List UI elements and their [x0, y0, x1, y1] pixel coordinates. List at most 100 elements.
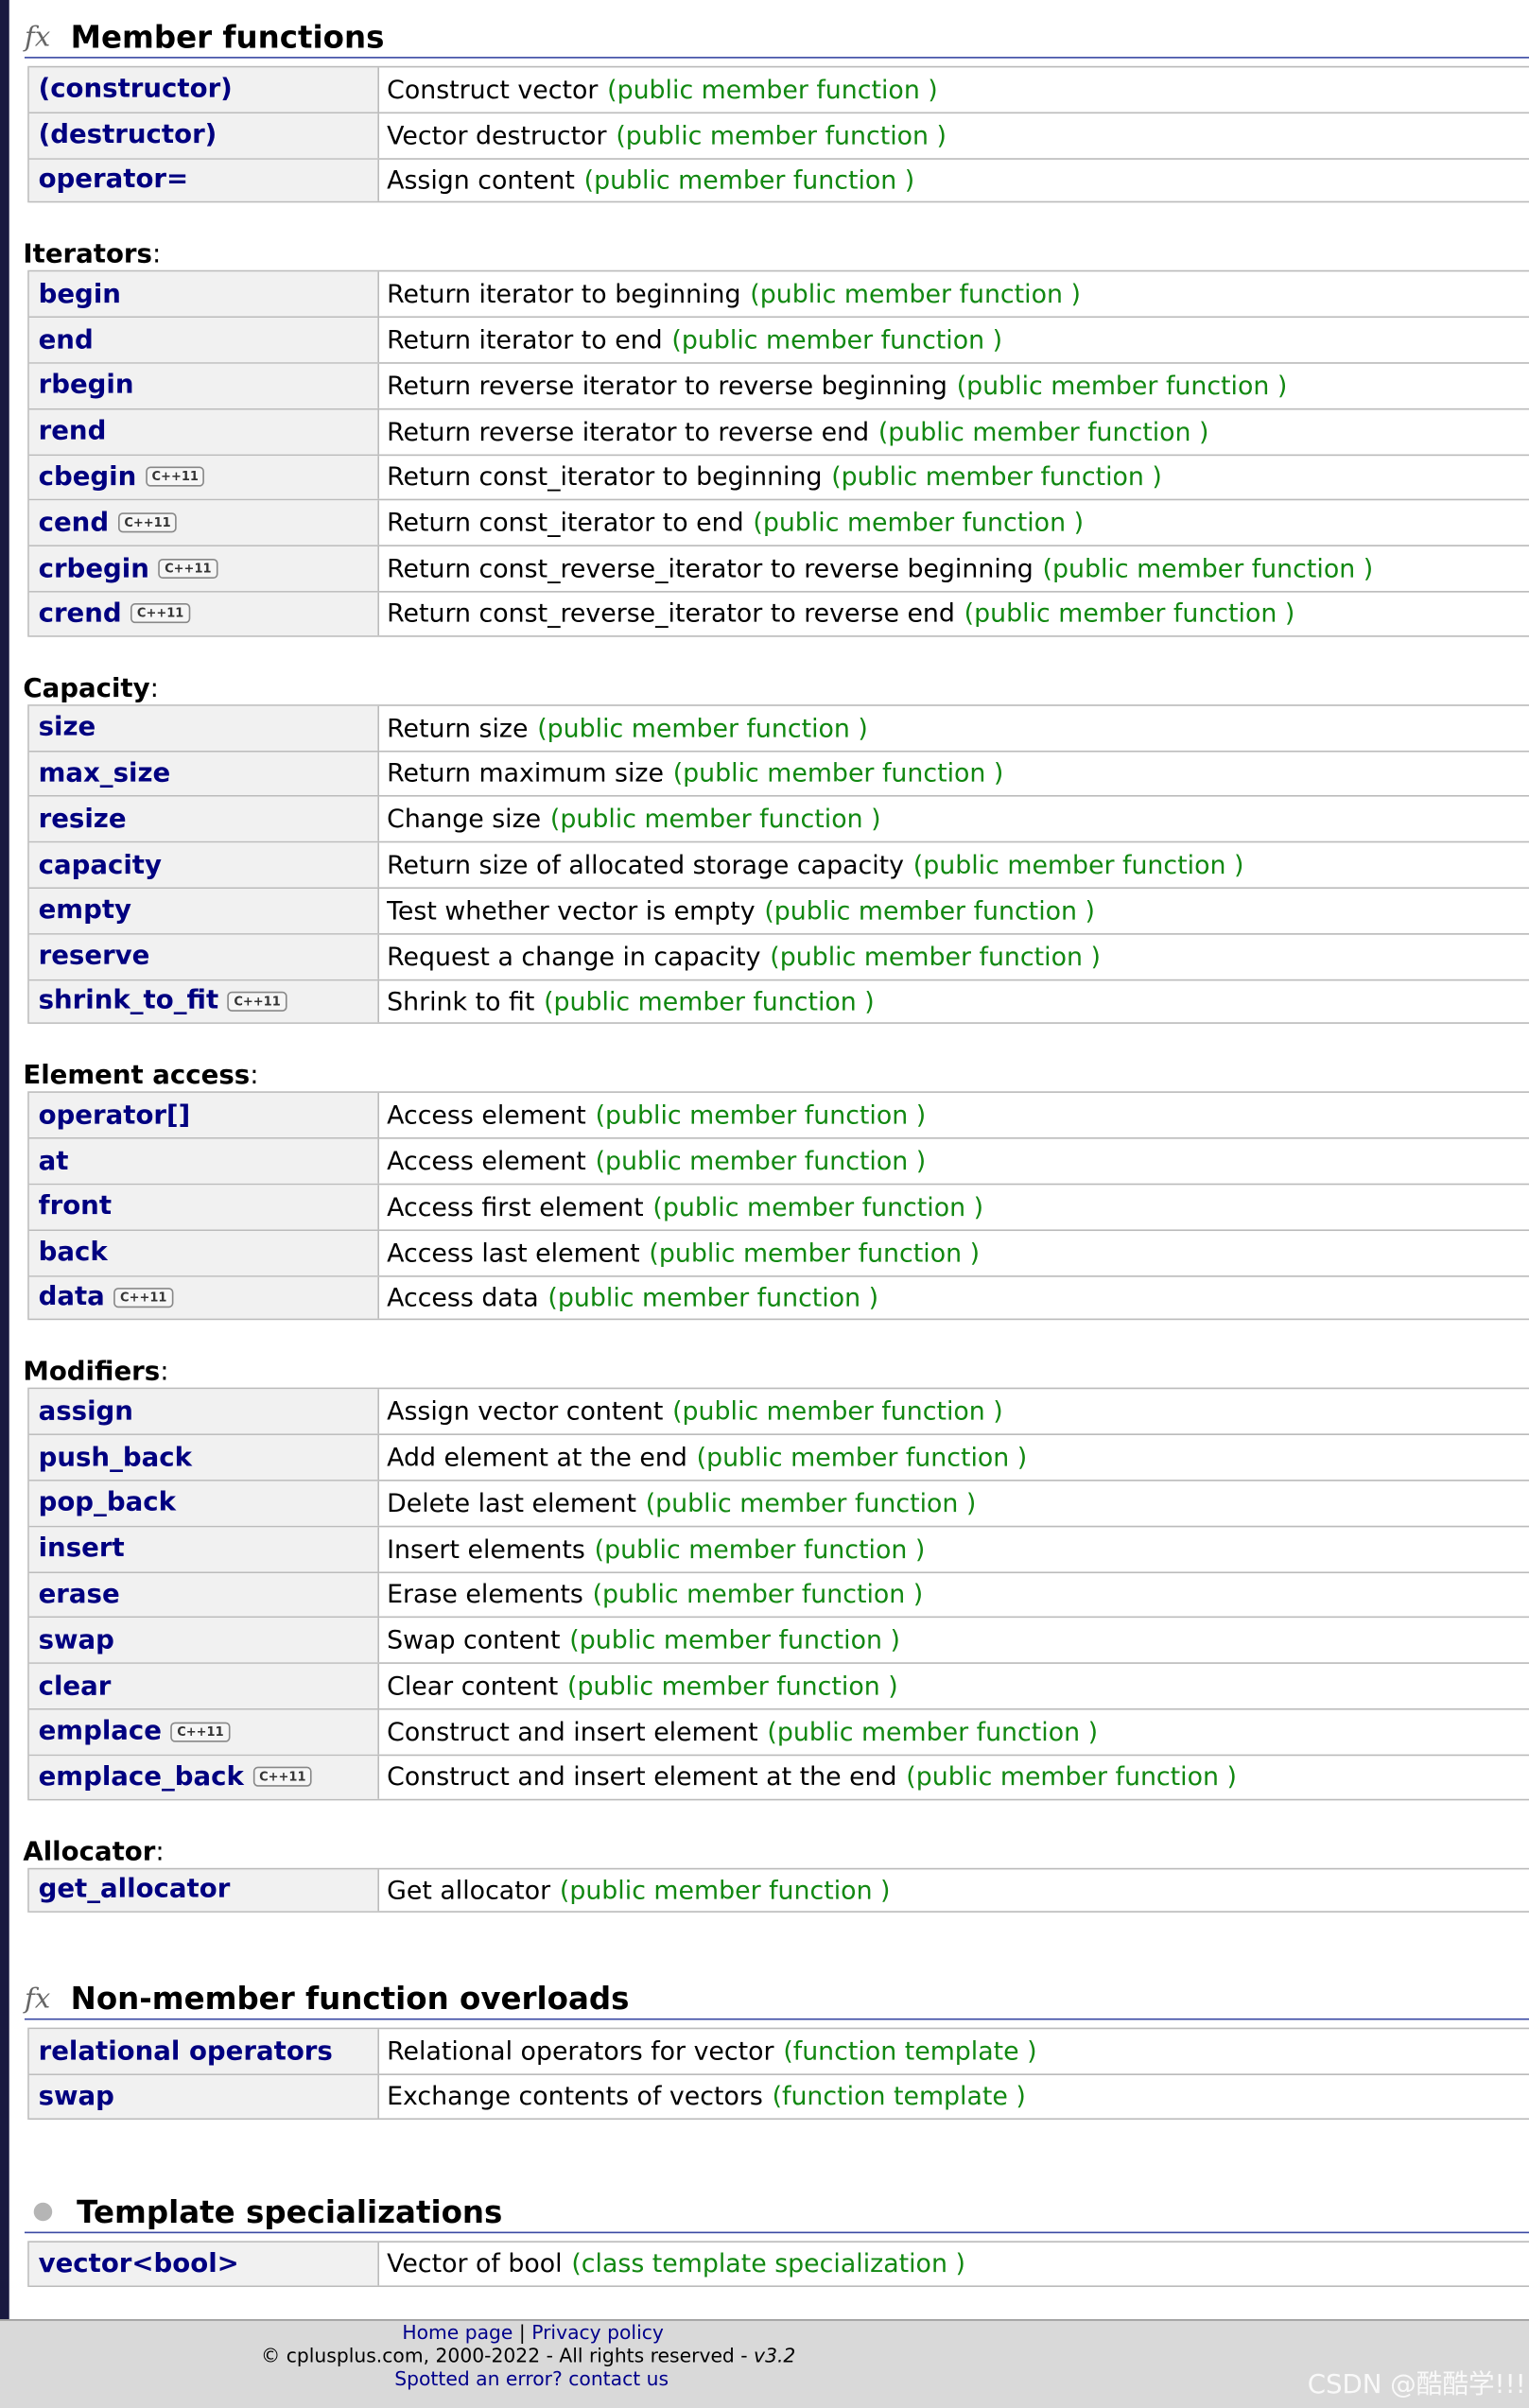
- member-description-cell: Return const_reverse_iterator to reverse…: [379, 546, 1529, 591]
- member-description-cell: Assign vector content (public member func…: [379, 1390, 1529, 1434]
- csdn-watermark: CSDN @酷酷学!!!: [1307, 2369, 1526, 2401]
- cpp11-badge-icon: C++11: [227, 991, 287, 1012]
- member-name-link[interactable]: back: [39, 1238, 108, 1268]
- member-kind: (public member function ): [767, 1717, 1099, 1747]
- member-name-link[interactable]: assign: [39, 1396, 133, 1427]
- member-name-link[interactable]: cbegin: [39, 462, 137, 493]
- member-name-link[interactable]: resize: [39, 804, 127, 834]
- privacy-policy-link[interactable]: Privacy policy: [531, 2321, 664, 2344]
- member-name-link[interactable]: relational operators: [39, 2036, 333, 2067]
- member-name-cell: clear: [28, 1664, 380, 1708]
- table-row: clear Clear content (public member functio…: [28, 1662, 1529, 1708]
- member-name-cell: max_size: [28, 751, 380, 796]
- page-root: fx Member functions (constructor) Construct…: [0, 0, 1529, 2408]
- copyright-text: © cplusplus.com, 2000-2022 - All rights …: [260, 2344, 755, 2367]
- member-kind: (function template ): [783, 2036, 1037, 2067]
- group-label-colon: :: [151, 239, 162, 271]
- section-title: Non-member function overloads: [70, 1980, 630, 2018]
- member-description-cell: Construct and insert element at the end (…: [379, 1756, 1529, 1798]
- member-name-link[interactable]: erase: [39, 1579, 120, 1609]
- member-name-link[interactable]: begin: [39, 279, 121, 309]
- member-name-link[interactable]: (constructor): [39, 75, 233, 105]
- fx-icon: fx: [24, 21, 51, 54]
- member-description: Test whether vector is empty: [387, 895, 756, 926]
- table-row: back Access last element (public member fu…: [28, 1228, 1529, 1275]
- cpp11-badge-icon: C++11: [130, 603, 190, 624]
- section-title: Template specializations: [77, 2192, 503, 2230]
- footer-separator: |: [518, 2320, 526, 2345]
- member-name-cell: size: [28, 705, 380, 751]
- member-kind: (public member function ): [877, 417, 1209, 446]
- table-row: cbegin C++11 Return const_iterator to begi…: [28, 453, 1529, 500]
- member-name-link[interactable]: vector<bool>: [39, 2248, 239, 2278]
- group-label: Element access:: [22, 1061, 1529, 1091]
- cpp11-badge-icon: C++11: [146, 467, 205, 488]
- table-row: empty Test whether vector is empty (public…: [28, 887, 1529, 933]
- member-description-cell: Return const_reverse_iterator to reverse…: [379, 593, 1529, 635]
- section-header: fx Non-member function overloads: [24, 1962, 1529, 2021]
- contact-link[interactable]: Spotted an error? contact us: [394, 2366, 669, 2389]
- member-name-link[interactable]: reserve: [39, 941, 150, 971]
- member-name-link[interactable]: max_size: [39, 758, 171, 788]
- member-name-link[interactable]: at: [39, 1146, 69, 1176]
- member-description: Relational operators for vector: [387, 2036, 774, 2067]
- group-label-text: Allocator: [23, 1836, 156, 1867]
- member-description: Return const_reverse_iterator to reverse…: [387, 554, 1034, 584]
- member-kind: (public member function ): [616, 120, 947, 150]
- member-name-link[interactable]: cend: [39, 508, 110, 538]
- member-description: Construct and insert element: [387, 1717, 758, 1747]
- member-name-link[interactable]: size: [39, 713, 96, 743]
- home-page-link[interactable]: Home page: [402, 2321, 513, 2344]
- member-kind: (public member function ): [671, 325, 1003, 355]
- member-name-link[interactable]: shrink_to_fit: [39, 986, 219, 1016]
- member-description: Construct and insert element at the end: [387, 1761, 897, 1792]
- member-name-link[interactable]: pop_back: [39, 1488, 176, 1518]
- member-name-cell: resize: [28, 797, 380, 841]
- cpp11-badge-icon: C++11: [170, 1722, 231, 1742]
- member-name-link[interactable]: swap: [39, 2081, 114, 2111]
- member-name-link[interactable]: data: [39, 1282, 105, 1312]
- member-name-link[interactable]: capacity: [39, 850, 162, 880]
- section-header: fx Member functions: [24, 0, 1529, 59]
- member-name-link[interactable]: operator=: [39, 165, 189, 196]
- member-description-cell: Vector destructor (public member function…: [379, 113, 1529, 158]
- member-kind: (public member function ): [649, 1238, 981, 1268]
- member-description: Access first element: [387, 1192, 644, 1222]
- member-name-link[interactable]: rend: [39, 416, 107, 446]
- member-name-link[interactable]: rbegin: [39, 371, 134, 401]
- member-name-link[interactable]: (destructor): [39, 120, 217, 150]
- member-name-cell: rend: [28, 409, 380, 454]
- member-name-link[interactable]: crend: [39, 598, 122, 629]
- version-text: v3.2: [754, 2344, 796, 2367]
- table-row: size Return size (public member function ): [28, 703, 1529, 751]
- member-name-link[interactable]: clear: [39, 1671, 112, 1701]
- member-name-link[interactable]: front: [39, 1191, 112, 1221]
- member-description-cell: Access element (public member function ): [379, 1139, 1529, 1184]
- member-name-cell: front: [28, 1185, 380, 1229]
- member-name-link[interactable]: crbegin: [39, 553, 149, 583]
- table-row: rend Return reverse iterator to reverse e…: [28, 407, 1529, 454]
- member-kind: (public member function ): [672, 758, 1004, 788]
- member-name-cell: push_back: [28, 1435, 380, 1480]
- member-description-cell: Return iterator to beginning (public memb…: [379, 272, 1529, 317]
- member-name-link[interactable]: operator[]: [39, 1100, 191, 1131]
- member-kind: (function template ): [772, 2082, 1026, 2112]
- member-name-link[interactable]: emplace: [39, 1717, 162, 1747]
- member-description-cell: Return const_iterator to beginning (publi…: [379, 455, 1529, 499]
- member-name-link[interactable]: end: [39, 324, 94, 355]
- member-name-cell: reserve: [28, 934, 380, 979]
- member-kind: (class template specialization ): [571, 2248, 965, 2278]
- member-table: size Return size (public member function )…: [27, 703, 1529, 1025]
- member-description: Access element: [387, 1100, 586, 1131]
- table-row: end Return iterator to end (public member …: [28, 316, 1529, 363]
- member-name-link[interactable]: empty: [39, 895, 131, 926]
- member-name-link[interactable]: swap: [39, 1625, 114, 1655]
- member-name-link[interactable]: emplace_back: [39, 1761, 244, 1792]
- table-row: capacity Return size of allocated storage…: [28, 840, 1529, 888]
- group-label-text: Capacity: [23, 673, 150, 704]
- member-name-link[interactable]: get_allocator: [39, 1875, 231, 1905]
- member-name-link[interactable]: push_back: [39, 1442, 192, 1472]
- member-name-link[interactable]: insert: [39, 1533, 125, 1564]
- member-description-cell: Request a change in capacity (public memb…: [379, 934, 1529, 979]
- member-kind: (public member function ): [906, 1761, 1237, 1792]
